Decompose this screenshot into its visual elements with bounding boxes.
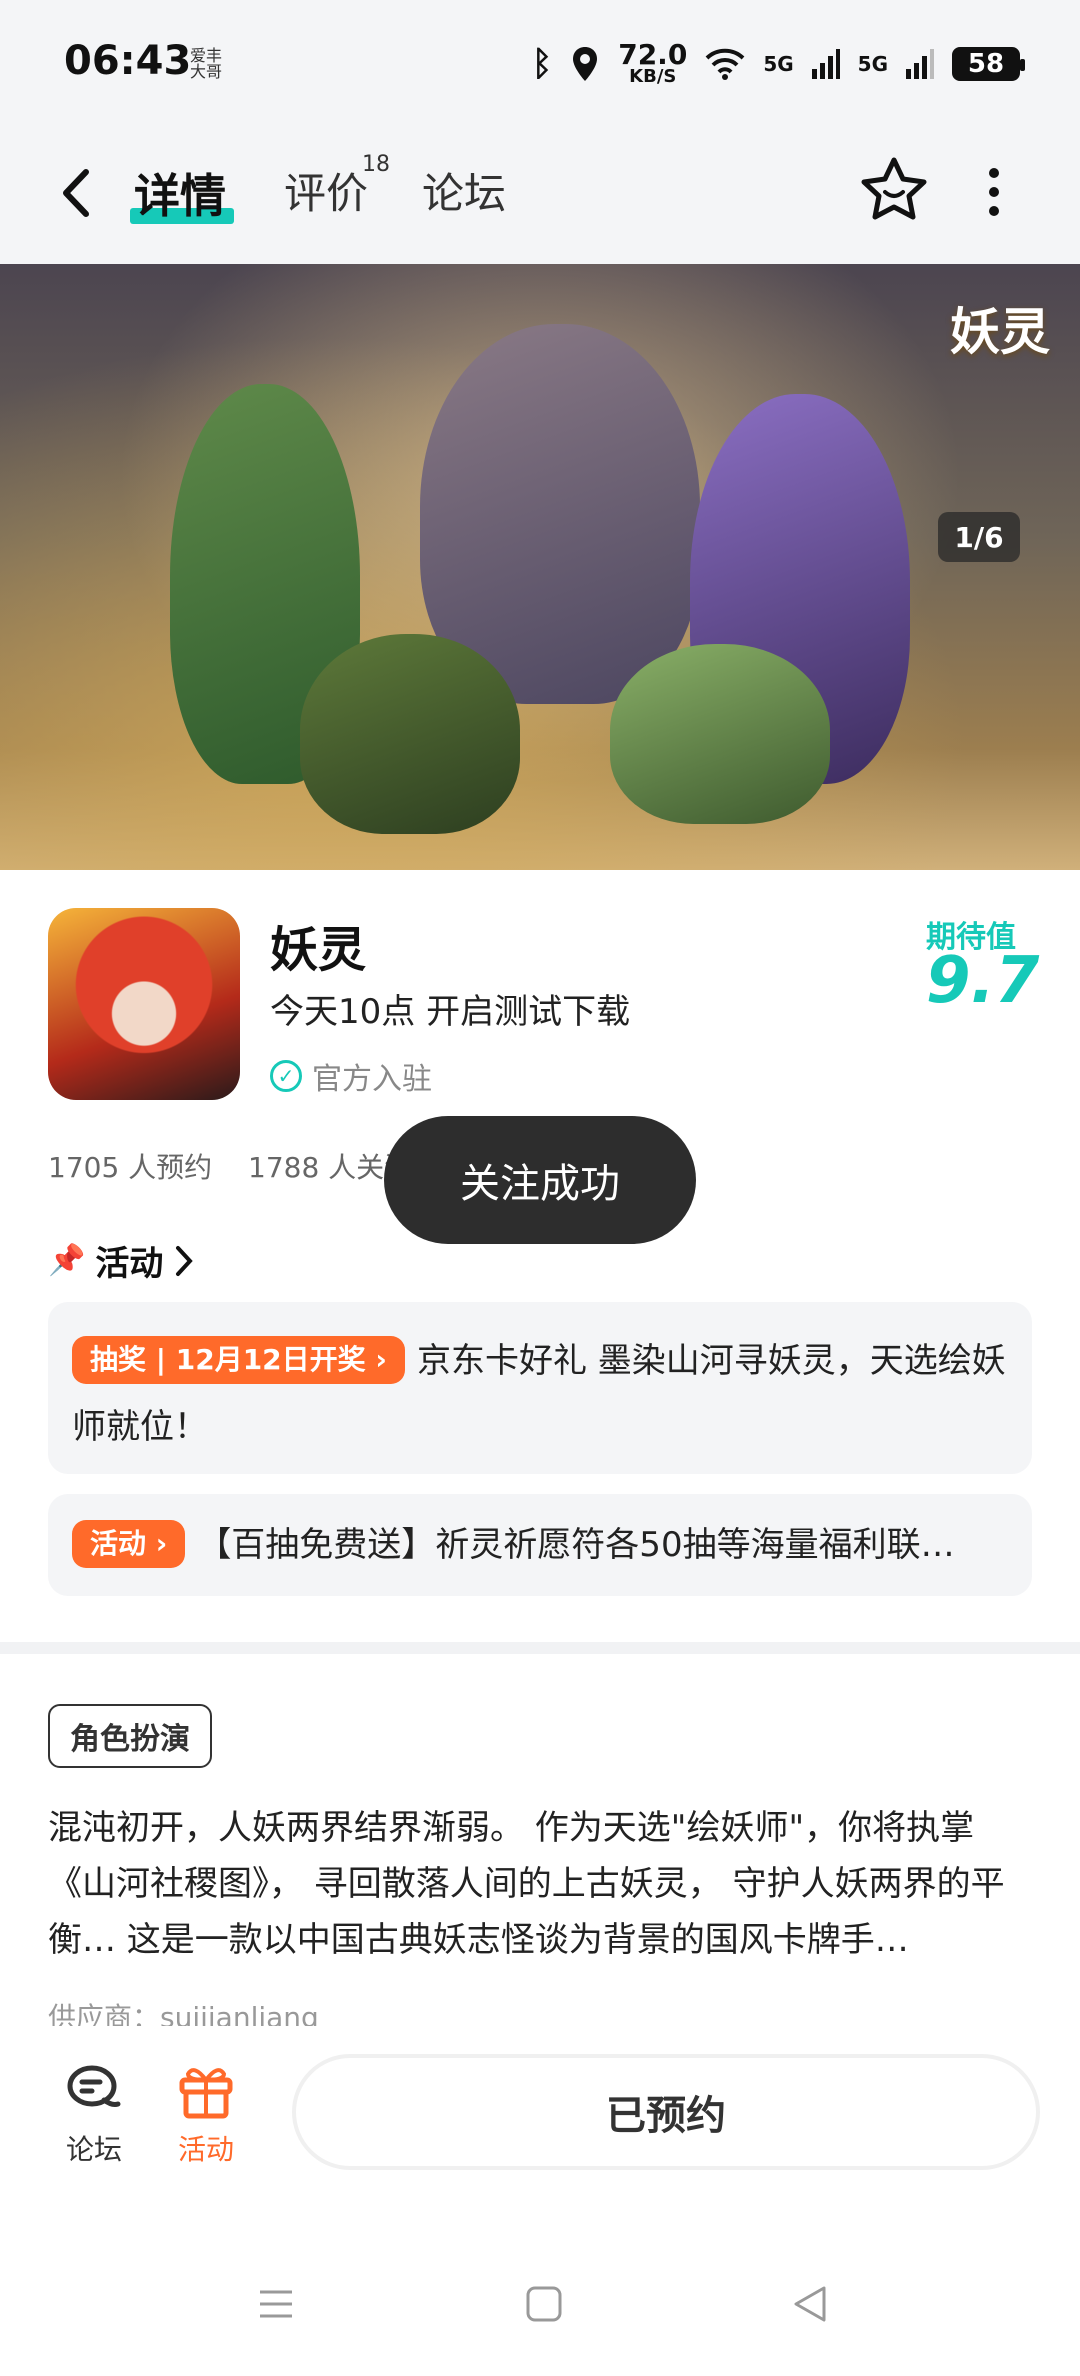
banner-logo: 妖灵 [950, 302, 1050, 361]
back-arrow-icon[interactable] [58, 168, 94, 218]
section-divider [0, 1642, 1080, 1654]
back-triangle-icon[interactable] [790, 2284, 830, 2324]
signal-5g-2: 5G [857, 52, 888, 76]
favorite-star-icon[interactable] [858, 154, 930, 226]
banner-carousel[interactable]: 妖灵 1/6 [0, 264, 1080, 870]
bluetooth-icon: ᛒ [531, 44, 553, 84]
activity-button[interactable]: 活动 [156, 2060, 256, 2168]
activity-title: 活动 [95, 1244, 164, 1284]
game-description[interactable]: 混沌初开，人妖两界结界渐弱。 作为天选"绘妖师"，你将执掌《山河社稷图》， 寻回… [48, 1800, 1032, 1968]
supplier-text: 供应商：suijianliang [48, 2001, 319, 2026]
banner-counter: 1/6 [938, 512, 1020, 562]
expect-value: 9.7 [926, 944, 1040, 1018]
official-label: 官方入驻 [312, 1062, 432, 1097]
status-time: 06:43 [64, 38, 192, 84]
activity-text: 【百抽免费送】祈灵祈愿符各50抽等海量福利联… [197, 1525, 955, 1565]
forum-button[interactable]: 论坛 [44, 2060, 144, 2168]
signal-5g-1: 5G [763, 52, 794, 76]
app-name: 妖灵 [270, 922, 367, 978]
reservation-count: 1705 人预约 [48, 1151, 213, 1184]
toast-message: 关注成功 [384, 1116, 696, 1244]
forum-chat-icon [67, 2065, 121, 2107]
battery-icon: 58 [952, 47, 1025, 81]
wifi-icon [705, 48, 745, 80]
pin-icon: 📌 [48, 1243, 86, 1278]
activity-header[interactable]: 📌 活动 [48, 1236, 195, 1285]
reserved-button[interactable]: 已预约 [292, 2054, 1040, 2170]
app-subtitle: 今天10点 开启测试下载 [270, 992, 631, 1032]
app-icon [48, 908, 240, 1100]
tab-forum[interactable]: 论坛 [422, 160, 506, 221]
chevron-right-icon [176, 1245, 194, 1276]
tab-details[interactable]: 详情 [134, 160, 226, 226]
lottery-pill: 抽奖 | 12月12日开奖 › [72, 1335, 405, 1384]
location-icon [573, 47, 598, 81]
home-icon[interactable] [524, 2284, 564, 2324]
official-badge: ✓ 官方入驻 [270, 1054, 432, 1098]
forum-label: 论坛 [65, 2133, 122, 2166]
activity-label: 活动 [177, 2133, 234, 2166]
tab-reviews[interactable]: 评价 [284, 160, 368, 221]
carrier-badge: 爱丰 大哥 [190, 46, 223, 81]
signal-bars-icon [811, 49, 840, 79]
activity-pill: 活动 › [72, 1519, 186, 1568]
more-menu-icon[interactable] [982, 168, 1006, 216]
status-icons: ᛒ 72.0 KB/S 5G 5G 58 [531, 34, 1025, 94]
banner-character [610, 644, 830, 824]
signal-bars-icon [906, 49, 934, 79]
genre-tag[interactable]: 角色扮演 [48, 1704, 212, 1768]
banner-character [300, 634, 520, 834]
menu-icon[interactable] [256, 2284, 296, 2324]
activity-card[interactable]: 活动 › 【百抽免费送】祈灵祈愿符各50抽等海量福利联… [48, 1494, 1032, 1596]
activity-card[interactable]: 抽奖 | 12月12日开奖 › 京东卡好礼 墨染山河寻妖灵，天选绘妖师就位！ [48, 1302, 1032, 1474]
gift-icon [179, 2068, 233, 2119]
check-circle-icon: ✓ [270, 1060, 302, 1092]
reviews-count-badge: 18 [362, 152, 390, 177]
net-speed: 72.0 KB/S [618, 38, 688, 87]
